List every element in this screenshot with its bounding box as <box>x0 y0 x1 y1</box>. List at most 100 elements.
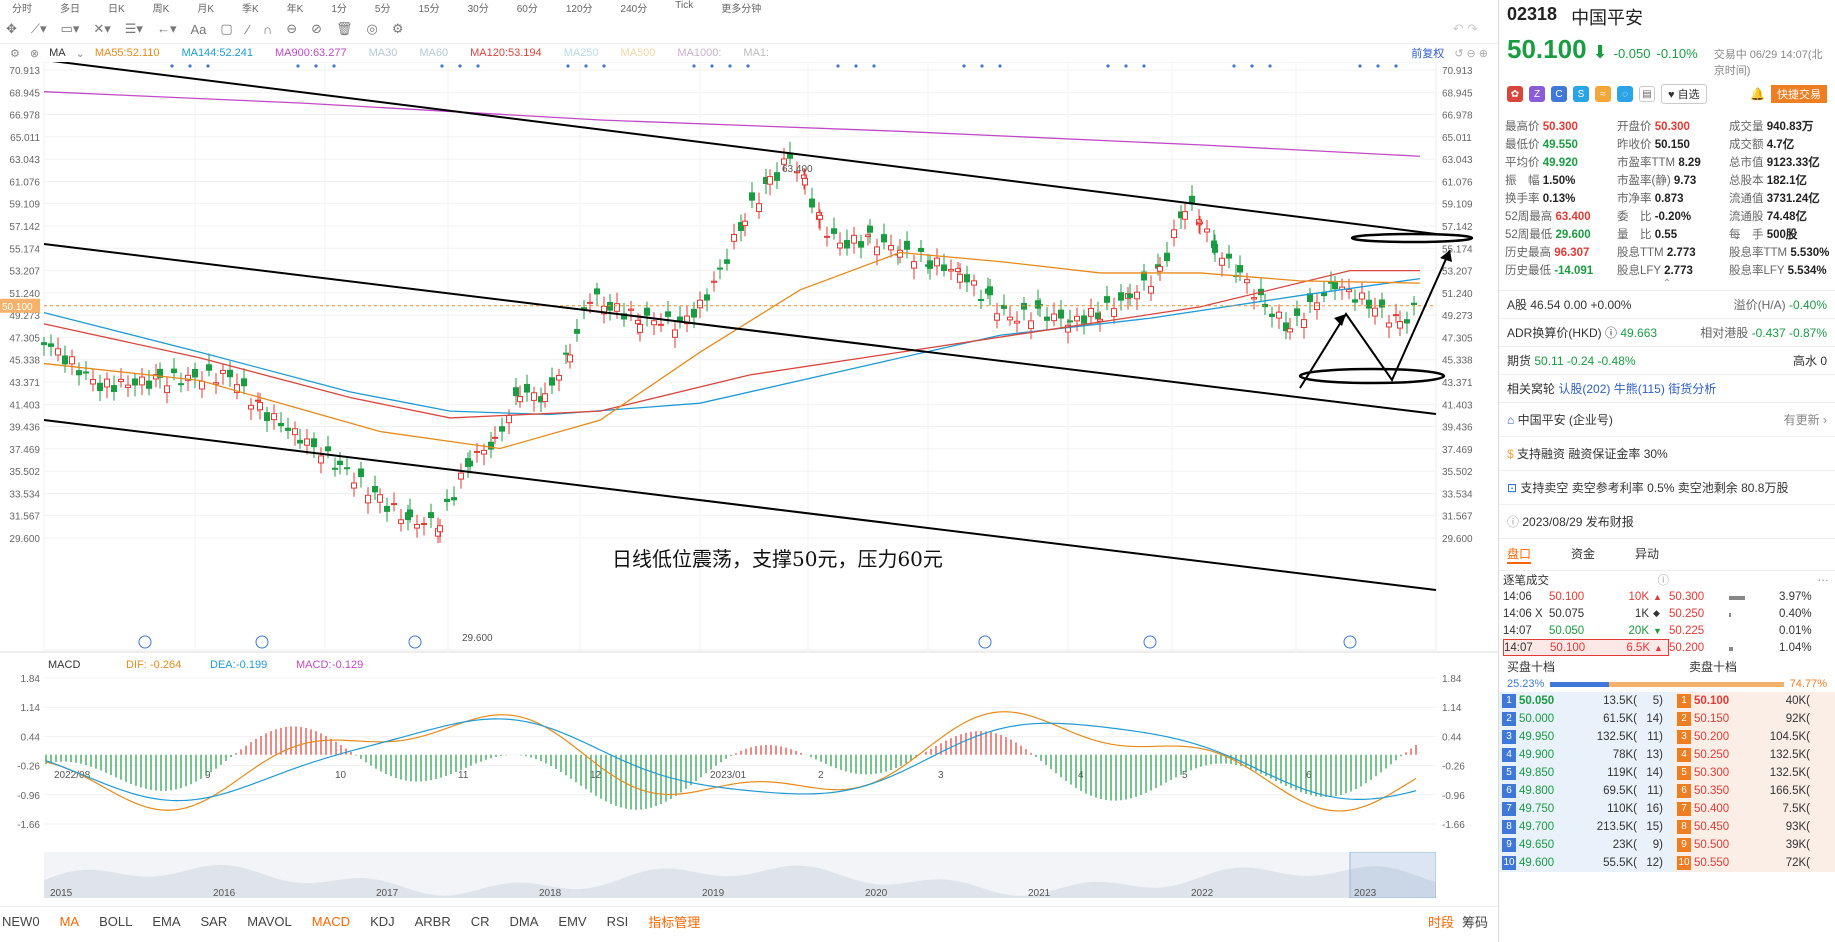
rect-tool-icon[interactable]: ▭▾ <box>61 21 80 37</box>
bottom-right-tab[interactable]: 筹码 <box>1462 912 1488 931</box>
event-marker-icon[interactable] <box>978 635 992 649</box>
period-tab[interactable]: 年K <box>287 0 304 14</box>
period-tab[interactable]: 1分 <box>331 0 347 14</box>
ma-item[interactable]: MA55:52.110 <box>95 47 160 59</box>
gear-icon[interactable]: ⚙ <box>10 47 20 60</box>
undo-redo-icons[interactable]: ↶ ↷ <box>1453 21 1498 37</box>
orderbook-row[interactable]: 9 49.650 23K(9) 9 50.500 39K( <box>1499 836 1835 854</box>
indicator-tab[interactable]: 指标管理 <box>648 912 700 931</box>
pressure-ellipse[interactable] <box>1350 232 1474 244</box>
trash-icon[interactable]: 🗑 <box>336 21 353 37</box>
zoom-controls[interactable]: ↺ ⊖ ⊕ <box>1454 47 1498 60</box>
indicator-tab[interactable]: NEW0 <box>2 914 40 929</box>
close-icon[interactable]: ⊗ <box>30 47 39 60</box>
period-tab[interactable]: 15分 <box>418 0 439 14</box>
support-ellipse[interactable] <box>1298 367 1446 385</box>
bell-icon[interactable]: 🔔 <box>1750 87 1765 101</box>
more-icon[interactable]: ⋯ <box>1669 571 1835 588</box>
orderbook-row[interactable]: 4 49.900 78K(13) 4 50.250 132.5K( <box>1499 746 1835 764</box>
indicator-tab[interactable]: SAR <box>200 914 227 929</box>
ma-label[interactable]: MA <box>49 47 66 59</box>
chevron-down-icon[interactable]: ⌄ <box>76 47 85 60</box>
warrant-link[interactable]: 认股(202) <box>1558 380 1610 397</box>
indicator-tab[interactable]: ARBR <box>415 914 451 929</box>
cbbc-link[interactable]: 牛熊(115) <box>1614 380 1665 397</box>
lock-icon[interactable]: ⊖ <box>286 21 297 37</box>
eye-icon[interactable]: ◎ <box>367 21 378 37</box>
orderbook-row[interactable]: 8 49.700 213.5K(15) 8 50.450 93K( <box>1499 818 1835 836</box>
event-marker-icon[interactable] <box>1343 635 1357 649</box>
bottom-right-tab[interactable]: 时段 <box>1428 912 1454 931</box>
ma-item[interactable]: MA1000: <box>677 47 721 59</box>
period-tab[interactable]: 更多分钟 <box>721 0 761 14</box>
period-tab[interactable]: 30分 <box>468 0 489 14</box>
ma-item[interactable]: MA30 <box>369 47 398 59</box>
indicator-tab[interactable]: CR <box>471 914 490 929</box>
macd-label[interactable]: MACD <box>48 659 80 671</box>
indicator-tab[interactable]: MACD <box>312 914 350 929</box>
gear-icon[interactable]: ⚙ <box>392 21 404 37</box>
quick-trade-button[interactable]: 快捷交易 <box>1771 85 1827 103</box>
ma-item[interactable]: MA60 <box>419 47 448 59</box>
indicator-tab[interactable]: DMA <box>510 914 539 929</box>
event-marker-icon[interactable] <box>1143 635 1157 649</box>
ma-item[interactable]: MA500 <box>621 47 656 59</box>
ma-item[interactable]: MA1: <box>743 47 769 59</box>
adjust-select[interactable]: 前复权 <box>1411 45 1444 61</box>
kline-chart[interactable]: 70.913 70.913 68.945 68.945 66.978 66.978 65.0… <box>0 62 1498 852</box>
s-badge-icon[interactable]: S <box>1573 86 1589 102</box>
orderbook-row[interactable]: 5 49.850 119K(14) 5 50.300 132.5K( <box>1499 764 1835 782</box>
orderbook-row[interactable]: 7 49.750 110K(16) 7 50.400 7.5K( <box>1499 800 1835 818</box>
comment-icon[interactable]: ▢ <box>220 21 232 37</box>
period-tab[interactable]: Tick <box>675 0 693 14</box>
panel-tab[interactable]: 盘口 <box>1507 545 1532 564</box>
chart-badge-icon[interactable]: ≈ <box>1595 86 1611 102</box>
pen-icon[interactable]: ∕ <box>247 22 249 37</box>
period-tab[interactable]: 分时 <box>12 0 32 14</box>
period-tab[interactable]: 周K <box>153 0 170 14</box>
hk-badge-icon[interactable]: ✿ <box>1507 86 1523 102</box>
hide-icon[interactable]: ⊘ <box>311 21 322 37</box>
event-marker-icon[interactable] <box>255 635 269 649</box>
orderbook-row[interactable]: 1 50.050 13.5K(5) 1 50.100 40K( <box>1499 692 1835 710</box>
period-tab[interactable]: 日K <box>108 0 125 14</box>
indicator-tab[interactable]: EMV <box>558 914 586 929</box>
street-analysis-link[interactable]: 街货分析 <box>1668 380 1716 397</box>
arrow-tool-icon[interactable]: ←▾ <box>157 21 177 37</box>
line-tool-icon[interactable]: ⟋▾ <box>31 21 47 37</box>
channel-tool-icon[interactable]: ☰▾ <box>125 21 143 37</box>
ma-item[interactable]: MA900:63.277 <box>275 47 347 59</box>
event-marker-icon[interactable] <box>408 635 422 649</box>
panel-tab[interactable]: 异动 <box>1635 545 1659 564</box>
fib-tool-icon[interactable]: ✕▾ <box>93 21 110 37</box>
orderbook-row[interactable]: 3 49.950 132.5K(11) 3 50.200 104.5K( <box>1499 728 1835 746</box>
indicator-tab[interactable]: EMA <box>152 914 180 929</box>
period-tab[interactable]: 5分 <box>375 0 391 14</box>
company-row[interactable]: ⌂ 中国平安 (企业号) 有更新 › <box>1499 402 1835 436</box>
ma-item[interactable]: MA144:52.241 <box>181 47 253 59</box>
orderbook-row[interactable]: 6 49.800 69.5K(11) 6 50.350 166.5K( <box>1499 782 1835 800</box>
doc-icon[interactable]: ▤ <box>1639 86 1655 102</box>
ma-item[interactable]: MA250 <box>564 47 599 59</box>
orderbook-row[interactable]: 2 50.000 61.5K(14) 2 50.150 92K( <box>1499 710 1835 728</box>
indicator-tab[interactable]: MA <box>60 914 80 929</box>
trend-line-mid[interactable] <box>43 243 1437 415</box>
period-tab[interactable]: 60分 <box>517 0 538 14</box>
period-tab[interactable]: 120分 <box>566 0 593 14</box>
info-icon[interactable]: ⓘ <box>1605 324 1617 341</box>
collapse-icon[interactable]: ⌃ <box>1499 278 1835 290</box>
period-tab[interactable]: 季K <box>242 0 259 14</box>
orderbook-row[interactable]: 10 49.600 55.5K(12) 10 50.550 72K( <box>1499 854 1835 872</box>
event-marker-icon[interactable] <box>138 635 152 649</box>
period-tab[interactable]: 月K <box>197 0 214 14</box>
chat-badge-icon[interactable]: ◌ <box>1617 86 1633 102</box>
add-watchlist-button[interactable]: ♥ 自选 <box>1661 84 1707 104</box>
indicator-tab[interactable]: RSI <box>607 914 629 929</box>
crosshair-icon[interactable]: ✥ <box>6 21 17 37</box>
ma-item[interactable]: MA120:53.194 <box>470 47 542 59</box>
info-icon[interactable]: ⓘ <box>1658 572 1670 588</box>
c-badge-icon[interactable]: C <box>1551 86 1567 102</box>
magnet-icon[interactable]: ∩ <box>263 22 272 37</box>
trend-line-top[interactable] <box>44 62 1437 235</box>
z-badge-icon[interactable]: Z <box>1529 86 1545 102</box>
